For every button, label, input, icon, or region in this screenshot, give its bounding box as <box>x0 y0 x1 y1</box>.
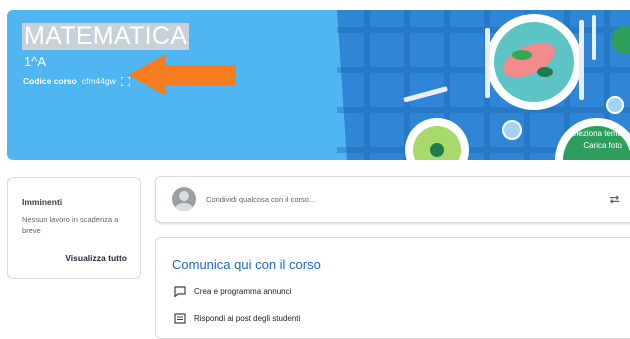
course-code-label: Codice corso <box>23 76 77 86</box>
view-all-link[interactable]: Visualizza tutto <box>65 253 127 263</box>
course-title: MATEMATICA <box>22 22 190 50</box>
upcoming-empty-text: Nessun lavoro in scadenza a breve <box>22 215 119 235</box>
communicate-card: Comunica qui con il corso Crea e program… <box>155 237 630 339</box>
share-box[interactable]: Condividi qualcosa con il corso... <box>155 176 630 223</box>
upload-photo-link[interactable]: Carica foto <box>567 140 622 152</box>
communicate-item-replies[interactable]: Rispondi ai post degli studenti <box>174 313 300 324</box>
banner-links: Seleziona tema Carica foto <box>567 128 622 152</box>
communicate-title: Comunica qui con il corso <box>172 257 321 272</box>
communicate-item-label: Crea e programma annunci <box>194 287 292 296</box>
course-code-row: Codice corso cfm44gw <box>23 75 131 87</box>
upcoming-card: Imminenti Nessun lavoro in scadenza a br… <box>7 177 141 279</box>
communicate-item-label: Rispondi ai post degli studenti <box>194 314 301 323</box>
announcement-icon <box>174 286 186 297</box>
communicate-item-announcements[interactable]: Crea e programma annunci <box>174 286 291 297</box>
annotation-arrow-icon <box>128 54 236 96</box>
repost-icon[interactable] <box>608 193 621 206</box>
course-section: 1^A <box>24 54 47 69</box>
avatar <box>172 187 196 211</box>
course-code-value[interactable]: cfm44gw <box>82 76 116 86</box>
reply-icon <box>174 313 186 324</box>
upcoming-title: Imminenti <box>22 197 63 207</box>
share-placeholder[interactable]: Condividi qualcosa con il corso... <box>206 195 315 204</box>
course-banner: MATEMATICA 1^A Codice corso cfm44gw Sele… <box>7 10 630 160</box>
select-theme-link[interactable]: Seleziona tema <box>567 128 622 140</box>
